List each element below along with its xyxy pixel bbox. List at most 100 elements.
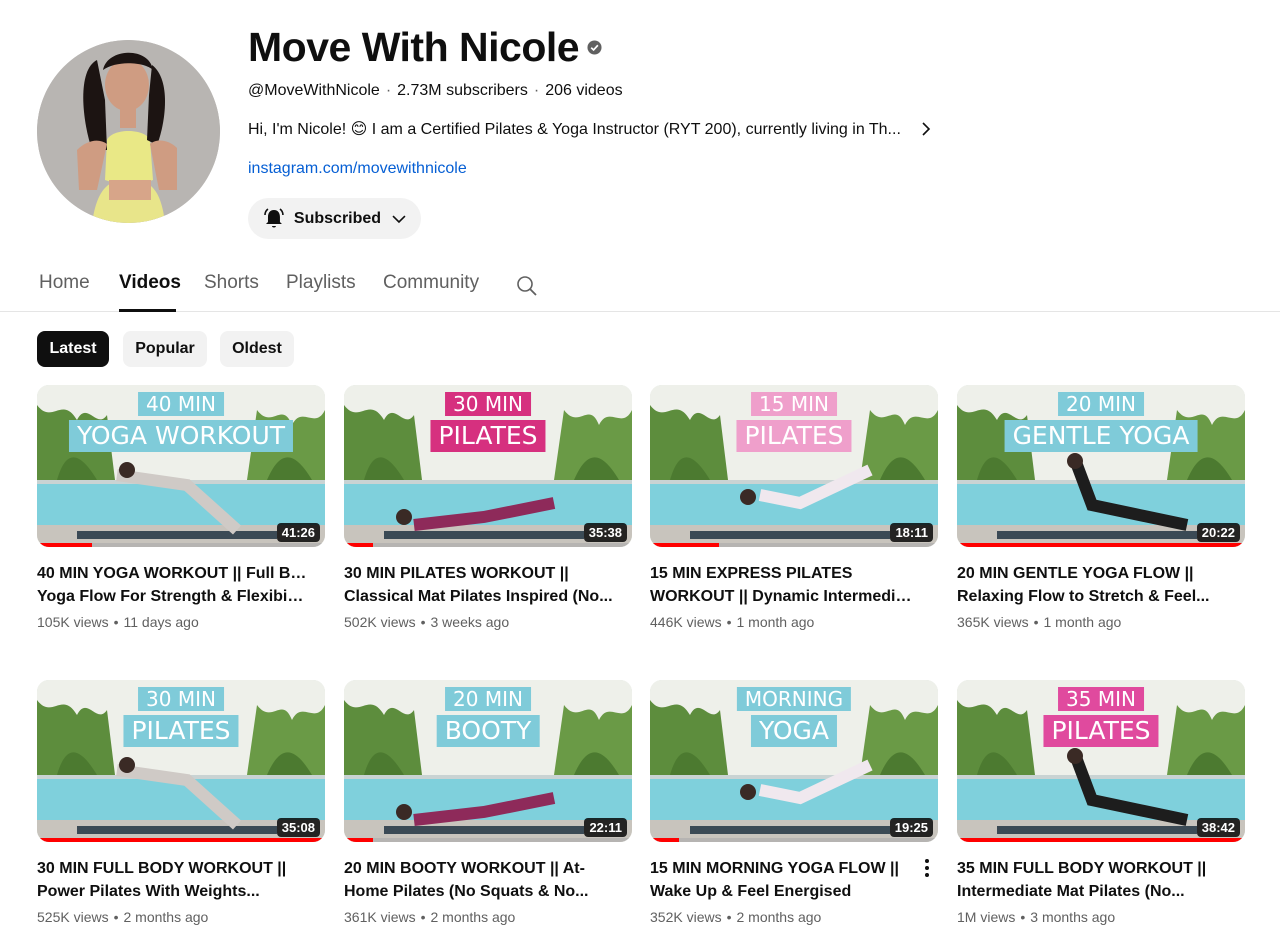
thumbnail-title-line-2: PILATES bbox=[1043, 715, 1159, 747]
thumbnail-title-line-2: PILATES bbox=[123, 715, 239, 747]
video-thumbnail[interactable]: 35 MIN PILATES 38:42 bbox=[957, 680, 1245, 842]
video-card[interactable]: 30 MIN PILATES 35:38 30 MIN PILATES WORK… bbox=[344, 385, 632, 630]
video-age: 11 days ago bbox=[123, 614, 199, 630]
video-thumbnail[interactable]: 30 MIN PILATES 35:08 bbox=[37, 680, 325, 842]
channel-name: Move With Nicole bbox=[248, 23, 580, 70]
video-card[interactable]: 20 MIN GENTLE YOGA 20:22 20 MIN GENTLE Y… bbox=[957, 385, 1245, 630]
video-card[interactable]: 40 MIN YOGA WORKOUT 41:26 40 MIN YOGA WO… bbox=[37, 385, 325, 630]
active-tab-indicator bbox=[119, 309, 176, 312]
thumbnail-title-line-1: 40 MIN bbox=[138, 392, 224, 416]
video-thumbnail[interactable]: 20 MIN BOOTY 22:11 bbox=[344, 680, 632, 842]
meta-separator: · bbox=[385, 82, 392, 99]
chip-popular[interactable]: Popular bbox=[123, 331, 207, 367]
video-views: 502K views bbox=[344, 614, 416, 630]
thumbnail-title-line-1: MORNING bbox=[736, 687, 852, 711]
video-duration: 19:25 bbox=[889, 818, 933, 837]
watch-progress-bar bbox=[37, 838, 325, 842]
video-title-line: 30 MIN FULL BODY WORKOUT || bbox=[37, 860, 287, 877]
video-thumbnail[interactable]: 20 MIN GENTLE YOGA 20:22 bbox=[957, 385, 1245, 547]
tab-playlists[interactable]: Playlists bbox=[286, 272, 356, 294]
meta-dot: • bbox=[726, 614, 732, 630]
video-title[interactable]: 30 MIN FULL BODY WORKOUT || Power Pilate… bbox=[37, 857, 307, 903]
thumbnail-title-line-2: GENTLE YOGA bbox=[1004, 420, 1198, 452]
video-age: 1 month ago bbox=[1043, 614, 1122, 630]
video-title-line: Power Pilates With Weights... bbox=[37, 883, 260, 900]
watch-progress-bar bbox=[957, 543, 1245, 547]
video-title-line: Relaxing Flow to Stretch & Feel... bbox=[957, 588, 1210, 605]
video-title-line: 20 MIN BOOTY WORKOUT || At- bbox=[344, 860, 585, 877]
watch-progress-track bbox=[344, 543, 632, 547]
thumbnail-title-line-1: 30 MIN bbox=[138, 687, 224, 711]
tab-videos[interactable]: Videos bbox=[119, 272, 181, 294]
avatar-image bbox=[37, 40, 220, 223]
video-title[interactable]: 20 MIN BOOTY WORKOUT || At- Home Pilates… bbox=[344, 857, 614, 903]
chevron-down-icon bbox=[392, 214, 406, 223]
video-title[interactable]: 15 MIN MORNING YOGA FLOW || Wake Up & Fe… bbox=[650, 857, 920, 903]
watch-progress-bar bbox=[344, 543, 373, 547]
thumbnail-title-line-2: YOGA WORKOUT bbox=[68, 420, 294, 452]
video-title[interactable]: 35 MIN FULL BODY WORKOUT || Intermediate… bbox=[957, 857, 1227, 903]
thumbnail-title-line-1: 15 MIN bbox=[751, 392, 837, 416]
video-title-line: WORKOUT || Dynamic Intermediat... bbox=[650, 588, 920, 605]
watch-progress-track bbox=[344, 838, 632, 842]
chip-oldest[interactable]: Oldest bbox=[220, 331, 294, 367]
video-views: 365K views bbox=[957, 614, 1029, 630]
tab-home[interactable]: Home bbox=[39, 272, 90, 294]
video-title-line: 20 MIN GENTLE YOGA FLOW || bbox=[957, 565, 1194, 582]
chip-latest[interactable]: Latest bbox=[37, 331, 109, 367]
video-card[interactable]: 15 MIN PILATES 18:11 15 MIN EXPRESS PILA… bbox=[650, 385, 938, 630]
video-meta: 502K views • 3 weeks ago bbox=[344, 614, 632, 630]
video-card[interactable]: 35 MIN PILATES 38:42 35 MIN FULL BODY WO… bbox=[957, 680, 1245, 925]
video-card[interactable]: 20 MIN BOOTY 22:11 20 MIN BOOTY WORKOUT … bbox=[344, 680, 632, 925]
subscribed-label: Subscribed bbox=[293, 209, 382, 227]
video-title-line: Intermediate Mat Pilates (No... bbox=[957, 883, 1185, 900]
video-title-line: Yoga Flow For Strength & Flexibility bbox=[37, 588, 307, 605]
search-icon[interactable] bbox=[514, 273, 540, 299]
tab-shorts[interactable]: Shorts bbox=[204, 272, 259, 294]
thumbnail-title-line-1: 35 MIN bbox=[1058, 687, 1144, 711]
channel-link[interactable]: instagram.com/movewithnicole bbox=[248, 160, 467, 178]
tab-community[interactable]: Community bbox=[383, 272, 479, 294]
watch-progress-track bbox=[650, 838, 938, 842]
verified-badge-icon bbox=[587, 39, 602, 55]
video-age: 2 months ago bbox=[123, 909, 209, 925]
video-views: 446K views bbox=[650, 614, 722, 630]
thumbnail-title-line-1: 20 MIN bbox=[445, 687, 531, 711]
video-views: 105K views bbox=[37, 614, 109, 630]
thumbnail-title-line-1: 30 MIN bbox=[445, 392, 531, 416]
video-meta: 352K views • 2 months ago bbox=[650, 909, 938, 925]
video-title[interactable]: 30 MIN PILATES WORKOUT || Classical Mat … bbox=[344, 562, 614, 608]
channel-handle: @MoveWithNicole bbox=[248, 82, 380, 99]
video-card[interactable]: MORNING YOGA 19:25 15 MIN MORNING YOGA F… bbox=[650, 680, 938, 925]
video-views: 361K views bbox=[344, 909, 416, 925]
meta-separator: · bbox=[533, 82, 540, 99]
video-title[interactable]: 20 MIN GENTLE YOGA FLOW || Relaxing Flow… bbox=[957, 562, 1227, 608]
channel-avatar[interactable] bbox=[37, 40, 220, 223]
video-age: 3 months ago bbox=[1030, 909, 1116, 925]
video-title[interactable]: 40 MIN YOGA WORKOUT || Full Body Yoga Fl… bbox=[37, 562, 307, 608]
video-duration: 35:38 bbox=[583, 523, 627, 542]
chevron-right-icon[interactable] bbox=[917, 120, 935, 138]
video-duration: 20:22 bbox=[1196, 523, 1240, 542]
video-card[interactable]: 30 MIN PILATES 35:08 30 MIN FULL BODY WO… bbox=[37, 680, 325, 925]
video-views: 525K views bbox=[37, 909, 109, 925]
subscriber-count: 2.73M subscribers bbox=[397, 82, 528, 99]
video-meta: 525K views • 2 months ago bbox=[37, 909, 325, 925]
video-duration: 35:08 bbox=[276, 818, 320, 837]
meta-dot: • bbox=[113, 614, 119, 630]
meta-dot: • bbox=[113, 909, 119, 925]
video-duration: 18:11 bbox=[890, 523, 933, 542]
video-title-line: 15 MIN MORNING YOGA FLOW || bbox=[650, 860, 899, 877]
channel-description[interactable]: Hi, I'm Nicole! 😊 I am a Certified Pilat… bbox=[248, 119, 935, 139]
more-options-icon[interactable] bbox=[918, 858, 936, 878]
subscribed-button[interactable]: Subscribed bbox=[248, 198, 421, 239]
video-title[interactable]: 15 MIN EXPRESS PILATES WORKOUT || Dynami… bbox=[650, 562, 920, 608]
watch-progress-bar bbox=[650, 543, 720, 547]
video-thumbnail[interactable]: MORNING YOGA 19:25 bbox=[650, 680, 938, 842]
video-thumbnail[interactable]: 30 MIN PILATES 35:38 bbox=[344, 385, 632, 547]
description-text: Hi, I'm Nicole! 😊 I am a Certified Pilat… bbox=[248, 121, 901, 138]
watch-progress-bar bbox=[37, 543, 92, 547]
video-thumbnail[interactable]: 40 MIN YOGA WORKOUT 41:26 bbox=[37, 385, 325, 547]
video-meta: 361K views • 2 months ago bbox=[344, 909, 632, 925]
video-thumbnail[interactable]: 15 MIN PILATES 18:11 bbox=[650, 385, 938, 547]
